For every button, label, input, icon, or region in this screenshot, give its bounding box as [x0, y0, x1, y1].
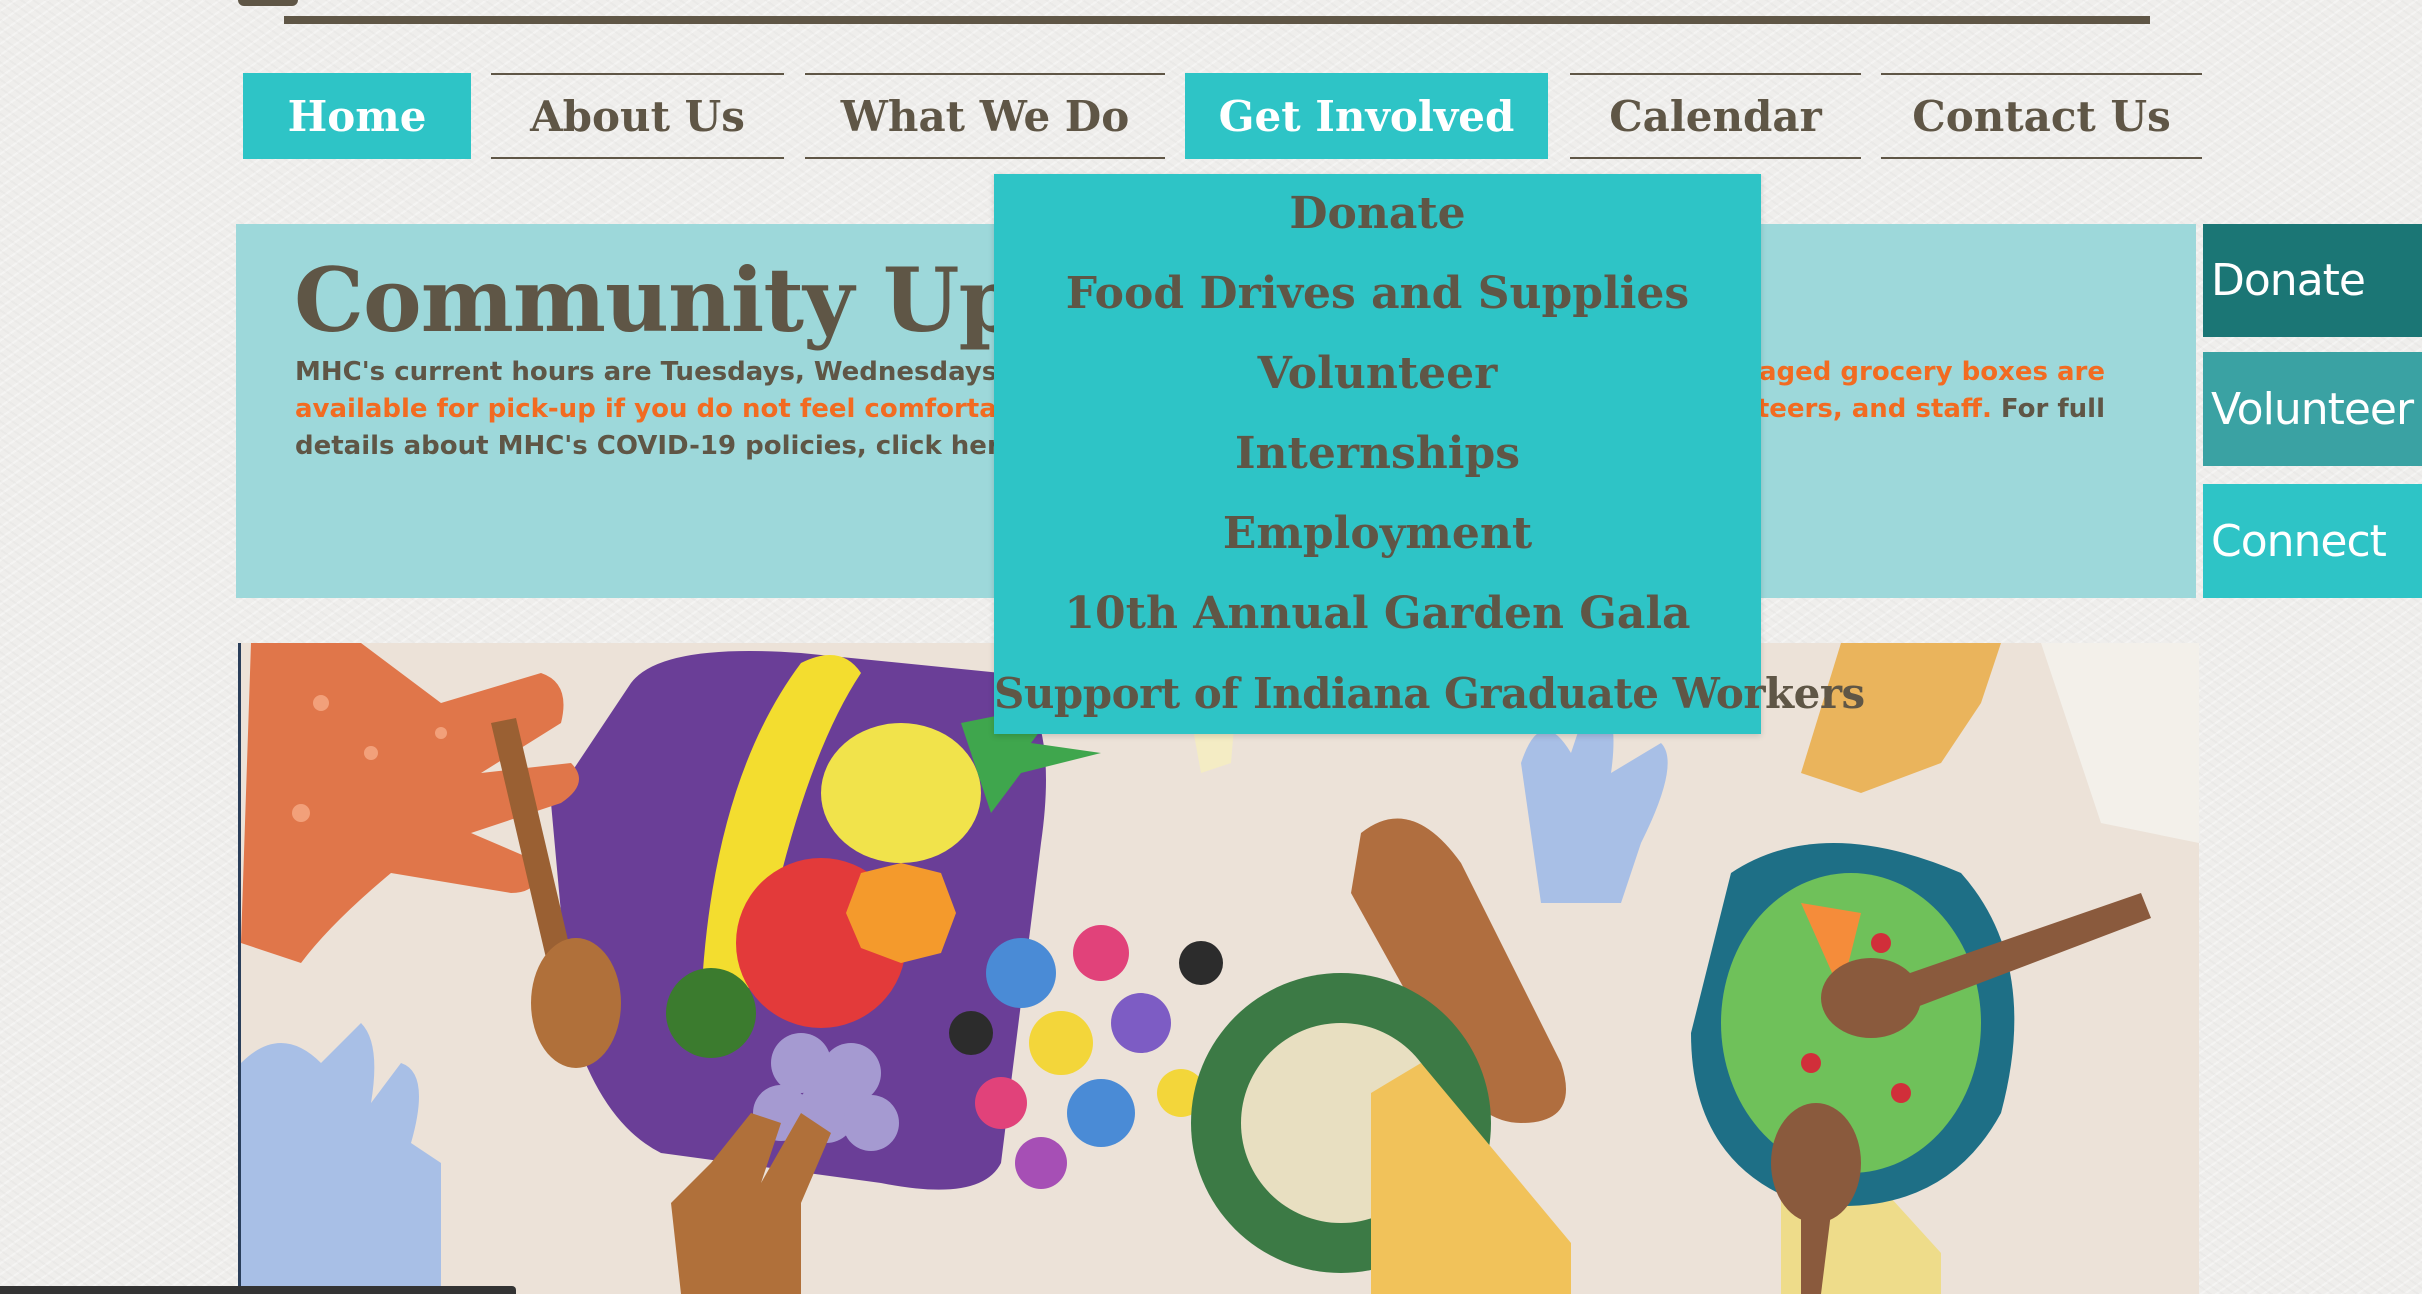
logo-fragment	[238, 0, 298, 6]
dropdown-item-volunteer[interactable]: Volunteer	[994, 334, 1761, 414]
side-connect-button[interactable]: Connect	[2203, 484, 2422, 598]
update-text-line-2: For full	[1991, 394, 2105, 424]
nav-contact-us[interactable]: Contact Us	[1881, 73, 2202, 159]
dropdown-item-garden-gala[interactable]: 10th Annual Garden Gala	[994, 574, 1761, 654]
collage-artwork	[241, 643, 2199, 1294]
bottom-scrollbar[interactable]	[0, 1286, 516, 1294]
header-divider	[284, 16, 2150, 24]
dropdown-item-donate[interactable]: Donate	[994, 174, 1761, 254]
dropdown-item-food-drives[interactable]: Food Drives and Supplies	[994, 254, 1761, 334]
covid-policies-link[interactable]: details about MHC's COVID-19 policies, c…	[295, 431, 1027, 461]
dropdown-item-employment[interactable]: Employment	[994, 494, 1761, 574]
dropdown-item-graduate-workers[interactable]: Support of Indiana Graduate Workers	[994, 654, 1865, 734]
side-volunteer-button[interactable]: Volunteer	[2203, 352, 2422, 466]
nav-about-us[interactable]: About Us	[491, 73, 784, 159]
dropdown-item-internships[interactable]: Internships	[994, 414, 1761, 494]
get-involved-dropdown: Donate Food Drives and Supplies Voluntee…	[994, 174, 1865, 734]
nav-home[interactable]: Home	[243, 73, 471, 159]
nav-what-we-do[interactable]: What We Do	[805, 73, 1165, 159]
side-donate-button[interactable]: Donate	[2203, 224, 2422, 337]
nav-get-involved[interactable]: Get Involved	[1185, 73, 1548, 159]
hero-collage-image	[238, 643, 2199, 1294]
nav-calendar[interactable]: Calendar	[1570, 73, 1861, 159]
